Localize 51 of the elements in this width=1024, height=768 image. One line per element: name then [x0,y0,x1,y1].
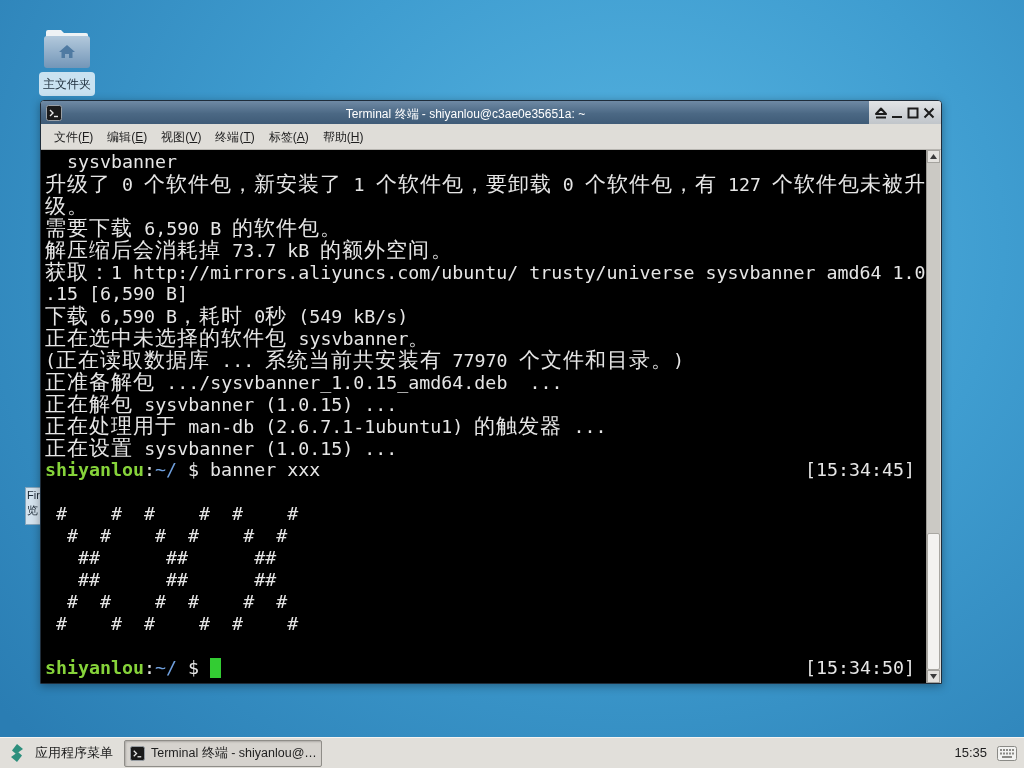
home-folder-icon[interactable] [44,30,90,68]
desktop-icon-label[interactable]: 主文件夹 [39,72,95,96]
terminal-output-line: 级。 [45,195,90,217]
menu-item[interactable]: 编辑(E) [100,127,155,146]
applications-menu-button[interactable]: 应用程序菜单 [4,739,119,767]
terminal-output-line: 正在设置 sysvbanner (1.0.15) ... [45,437,398,459]
menu-item[interactable]: 视图(V) [154,127,209,146]
terminal-output-line: 解压缩后会消耗掉 73.7 kB 的额外空间。 [45,239,453,261]
terminal-output-line: # # # # # # [67,525,288,547]
command-prompt-line: shiyanlou:~/ $ banner xxx [45,459,321,481]
terminal-output-line: # # # # # # [67,591,288,613]
command-prompt-line: shiyanlou:~/ $ [45,657,200,679]
app-logo-icon [10,744,24,762]
menu-item[interactable]: 终端(T) [208,127,262,146]
menu-item[interactable]: 帮助(H) [315,127,371,146]
close-icon[interactable] [923,106,935,119]
scroll-down-button[interactable] [927,670,940,683]
terminal-output-line: 正在处理用于 man-db (2.6.7.1-1ubuntu1) 的触发器 ... [45,415,607,437]
scrollbar-track[interactable] [926,150,940,683]
terminal-output-line: 正在选中未选择的软件包 sysvbanner。 [45,327,431,349]
clock-text: 15:35 [954,744,987,763]
terminal-output-line: # # # # # # [56,503,299,525]
window-title: Terminal 终端 - shiyanlou@c3ae0e35651a: ~ [345,106,586,121]
timestamp: [15:34:45] [804,459,915,481]
eject-icon[interactable] [875,106,887,119]
terminal-output-line: .15 [6,590 B] [45,283,189,305]
terminal-output-line: 正在解包 sysvbanner (1.0.15) ... [45,393,398,415]
taskbar-window-button[interactable]: Terminal 终端 - shiyanlou@… [124,739,322,767]
terminal-icon [130,745,145,761]
terminal-output-line: 正准备解包 .../sysvbanner_1.0.15_amd64.deb ... [45,371,563,393]
menu-item[interactable]: 文件(F) [47,127,101,146]
window-fragment-text: Fir [27,488,40,503]
menu-item[interactable]: 标签(A) [261,127,316,146]
window-fragment-text: 览 [27,503,39,518]
terminal-output-line: 下载 6,590 B，耗时 0秒 (549 kB/s) [45,305,409,327]
up-arrow-icon [930,154,937,159]
terminal-output-line: (正在读取数据库 ... 系统当前共安装有 77970 个文件和目录。) [45,349,684,371]
terminal-output-line: 获取：1 http://mirrors.aliyuncs.com/ubuntu/ trusty/universe sysvbanner amd64 1.0 [45,261,926,283]
terminal-output-line: # # # # # # [56,613,299,635]
timestamp: [15:34:50] [804,657,915,679]
terminal-output-line: ## ## ## [78,569,277,591]
terminal-output-line: sysvbanner [67,151,178,173]
terminal-output-line: 需要下载 6,590 B 的软件包。 [45,217,343,239]
terminal-icon[interactable] [46,104,62,121]
scrollbar-thumb[interactable] [927,533,940,670]
maximize-icon[interactable] [907,106,919,119]
down-arrow-icon [930,674,937,679]
scroll-up-button[interactable] [927,150,940,163]
keyboard-icon[interactable] [997,745,1017,761]
terminal-output-line: ## ## ## [78,547,277,569]
terminal-output-line: 升级了 0 个软件包，新安装了 1 个软件包，要卸载 0 个软件包，有 127 个软件包未被升 [45,173,927,195]
